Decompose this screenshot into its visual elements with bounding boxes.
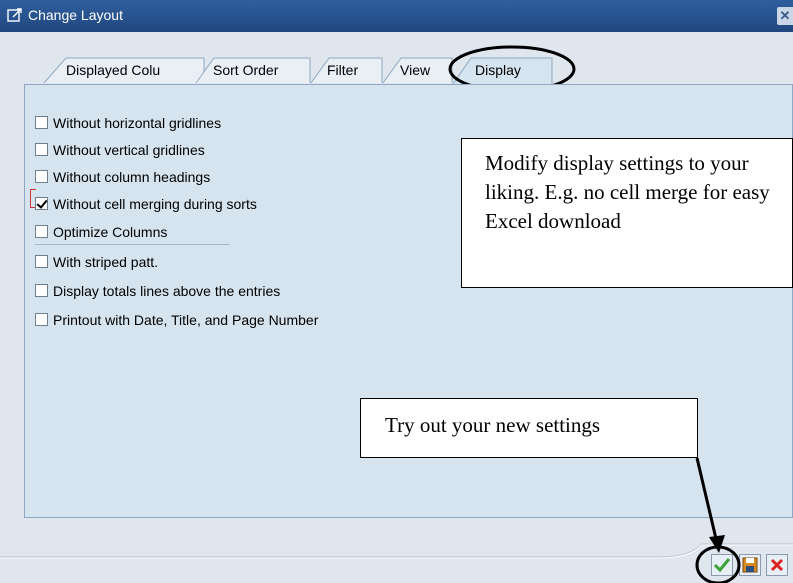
tab-displayed-columns[interactable]: Displayed Colu [44,57,206,84]
continue-highlight-circle [695,545,741,583]
window-title: Change Layout [28,7,123,23]
cancel-x-icon [770,558,784,572]
cancel-button[interactable] [766,554,788,576]
checkbox[interactable] [35,255,48,268]
tab-filter[interactable]: Filter [311,57,383,84]
option-label: Without horizontal gridlines [53,115,222,131]
tab-label: Filter [327,62,359,78]
option-label: Without vertical gridlines [53,142,205,158]
tab-label: Displayed Colu [66,62,161,78]
close-window-button[interactable]: ✕ [777,7,793,25]
checkbox[interactable] [35,313,48,326]
display-settings-callout: Modify display settings to your liking. … [461,138,793,288]
tab-sort-order[interactable]: Sort Order [196,57,311,84]
checkbox[interactable] [35,225,48,238]
tab-view[interactable]: View [383,57,453,84]
option-label: Display totals lines above the entries [53,283,281,299]
separator-line [35,244,230,245]
checkbox[interactable] [35,170,48,183]
tab-label: Sort Order [213,62,279,78]
change-layout-icon [7,8,22,22]
option-label: Optimize Columns [53,224,168,240]
tab-label: View [400,62,431,78]
option-label: Without column headings [53,169,211,185]
checkbox-checked[interactable] [35,197,48,210]
checkbox[interactable] [35,284,48,297]
checkbox[interactable] [35,143,48,156]
checkbox[interactable] [35,116,48,129]
try-settings-callout: Try out your new settings [360,398,698,458]
option-label: Without cell merging during sorts [53,196,257,212]
title-bar: Change Layout ✕ [0,0,793,32]
close-icon: ✕ [779,8,791,23]
option-label: Printout with Date, Title, and Page Numb… [53,312,319,328]
option-label: With striped patt. [53,254,159,270]
footer-bar [0,518,793,583]
